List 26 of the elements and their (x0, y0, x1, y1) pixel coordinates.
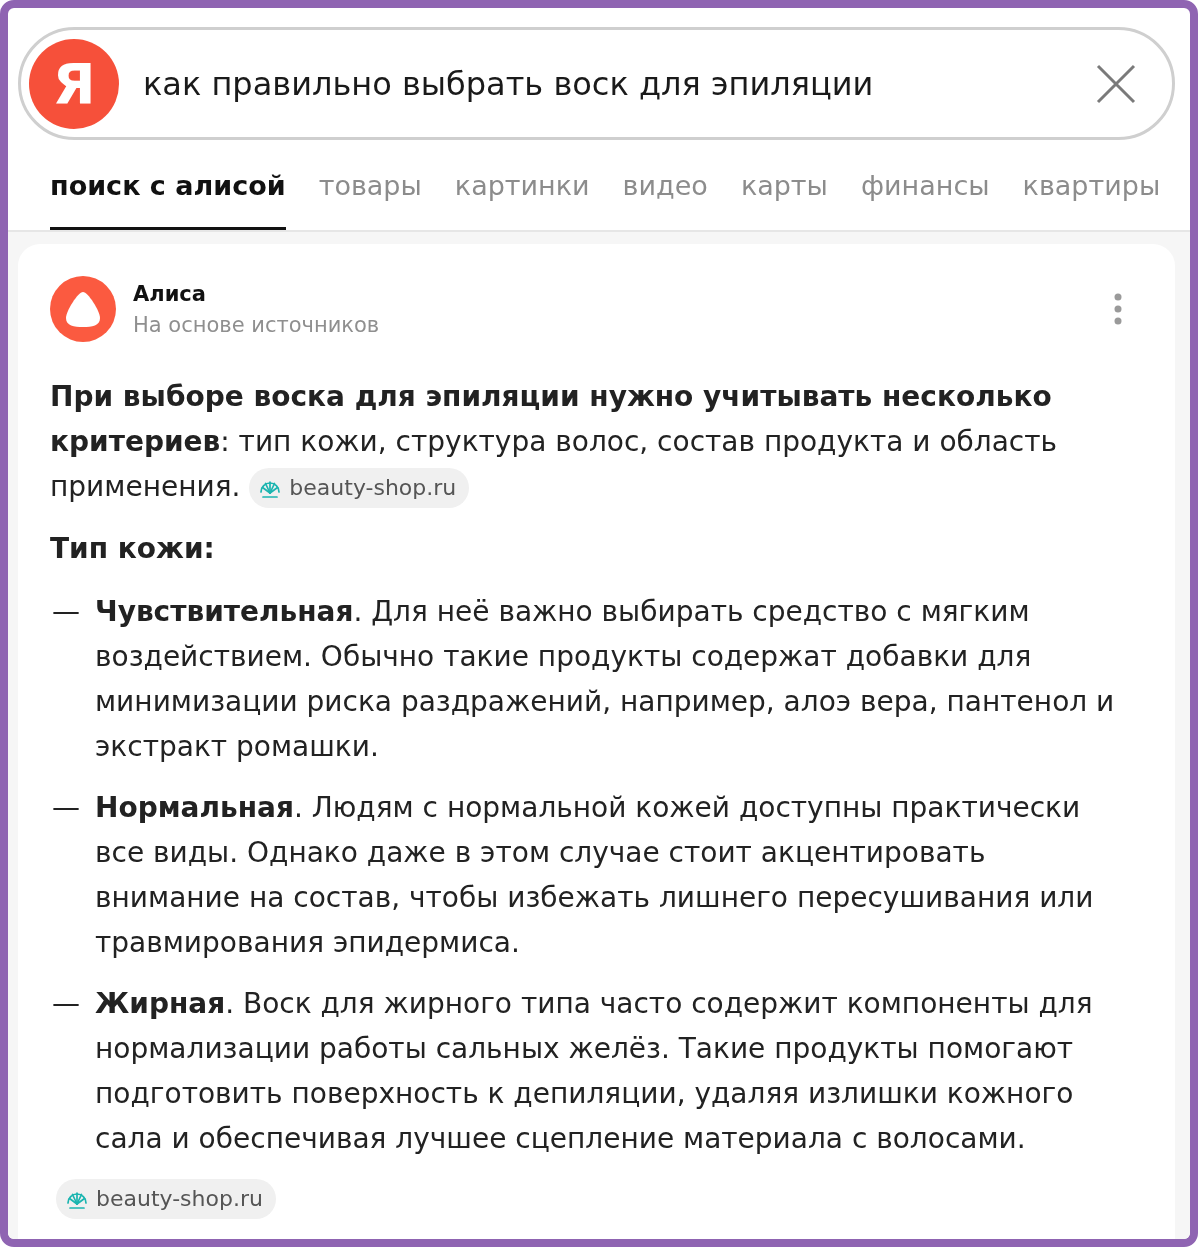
source-link[interactable]: beauty-shop.ru (56, 1179, 276, 1219)
tab[interactable]: финансы (860, 165, 990, 230)
list-dash: — (51, 594, 81, 630)
list-item-text: Жирная. Воск для жирного типа часто содержит компоненты для нормализации работы сальных желёз. Такие продукты помогают подготовить поверхность к депиляции, удаляя излишки кожного сала и обеспечивая лучшее сцепление материала с волосами. (95, 986, 1094, 1157)
source-link[interactable]: beauty-shop.ru (249, 468, 470, 508)
author-name: Алиса (133, 281, 206, 307)
list-dash: — (51, 790, 81, 826)
logo[interactable]: Я (29, 38, 119, 129)
list-dash: — (51, 986, 81, 1022)
tab[interactable]: видео (622, 165, 708, 230)
list-item-text: Нормальная. Людям с нормальной кожей доступны практически все виды. Однако даже в этом случае стоит акцентировать внимание на состав, чтобы избежать лишнего пересушивания или травмирования эпидермиса. (95, 790, 1095, 961)
more-button[interactable] (1114, 293, 1122, 325)
close-icon (1096, 63, 1136, 104)
author-subtitle: На основе источников (133, 313, 380, 337)
list-item-text: Чувствительная. Для неё важно выбирать средство с мягким воздействием. Обычно такие продукты содержат добавки для минимизации риска раздражений, например, алоэ вера, пантенол и экстракт ромашки. (95, 594, 1116, 765)
more-vertical-icon (1114, 293, 1122, 325)
section-heading: Тип кожи: (50, 531, 215, 567)
search-field[interactable]: Я как правильно выбрать воск для эпиляции (18, 27, 1175, 140)
clear-button[interactable] (1096, 63, 1136, 104)
tab[interactable]: квартиры (1022, 165, 1161, 230)
search-input[interactable]: как правильно выбрать воск для эпиляции (143, 61, 1076, 106)
tab[interactable]: карты (740, 165, 828, 230)
answer-text: При выборе воска для эпиляции нужно учитывать несколько критериев: тип кожи, структура волос, состав продукта и область применения. beauty-shop.ru (50, 374, 1137, 509)
assistant-logo-icon (50, 276, 116, 342)
tab[interactable]: картинки (454, 165, 590, 230)
tab[interactable]: товары (318, 165, 422, 230)
